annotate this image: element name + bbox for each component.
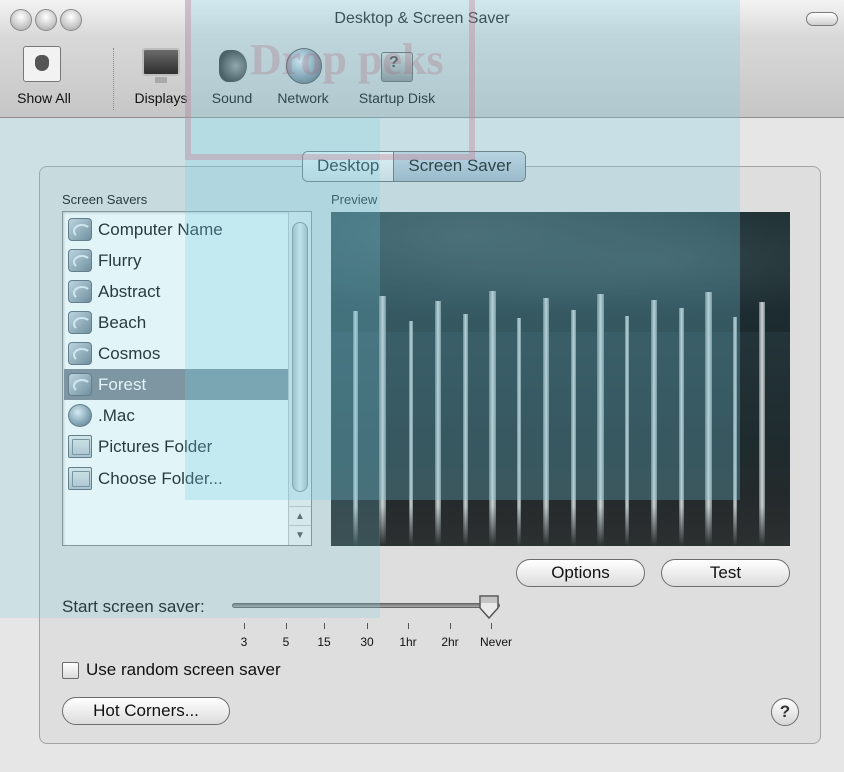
display-icon (140, 46, 182, 86)
toolbar-sound[interactable]: Sound (204, 46, 260, 106)
screensaver-icon (68, 218, 92, 241)
list-item-choose-folder[interactable]: Choose Folder... (64, 463, 288, 494)
globe-icon (282, 46, 324, 86)
scroll-up-arrow-icon[interactable]: ▲ (289, 506, 311, 525)
scroll-down-arrow-icon[interactable]: ▼ (289, 525, 311, 544)
slider-tick-label: 30 (360, 635, 374, 649)
screensaver-icon (68, 249, 92, 272)
test-button[interactable]: Test (661, 559, 790, 587)
toolbar-displays[interactable]: Displays (124, 46, 198, 106)
window-title: Desktop & Screen Saver (334, 10, 510, 27)
list-item-pictures-folder[interactable]: Pictures Folder (64, 431, 288, 462)
toolbar-label: Sound (211, 90, 253, 106)
random-screen-saver-label: Use random screen saver (86, 660, 281, 679)
toolbar-toggle-button[interactable] (806, 12, 838, 26)
forest-canopy (331, 212, 790, 332)
list-item-mac[interactable]: .Mac (64, 400, 288, 431)
list-item-flurry[interactable]: Flurry (64, 245, 288, 276)
slider-tick (367, 623, 368, 629)
toolbar-label: Network (277, 90, 329, 106)
list-item-computer-name[interactable]: Computer Name (64, 214, 288, 245)
tab-bar: Desktop Screen Saver (302, 151, 527, 182)
options-button[interactable]: Options (516, 559, 645, 587)
toolbar: Show All Displays Sound Network ? Startu… (0, 40, 844, 118)
screen-savers-label: Screen Savers (62, 192, 148, 207)
list-item-label: Pictures Folder (98, 437, 213, 456)
folder-icon (68, 467, 92, 490)
screen-saver-preview (331, 212, 790, 546)
slider-tick-label: 15 (317, 635, 331, 649)
slider-tick (324, 623, 325, 629)
list-item-label: Computer Name (98, 220, 223, 239)
start-screen-saver-label: Start screen saver: (62, 597, 205, 616)
speaker-icon (211, 46, 253, 86)
screensaver-icon (68, 280, 92, 303)
screen-saver-list[interactable]: Computer Name Flurry Abstract Beach Cosm… (62, 211, 312, 546)
random-screen-saver-checkbox-row[interactable]: Use random screen saver (62, 660, 281, 680)
list-item-forest[interactable]: Forest (64, 369, 288, 400)
toolbar-show-all[interactable]: Show All (6, 46, 82, 106)
list-item-label: Abstract (98, 282, 161, 301)
toolbar-separator (113, 48, 114, 110)
title-bar: Desktop & Screen Saver (0, 0, 844, 40)
random-screen-saver-checkbox[interactable] (62, 661, 79, 679)
screensaver-icon (68, 311, 92, 334)
forest-ground (331, 506, 790, 546)
scrollbar-thumb[interactable] (292, 222, 308, 492)
list-item-abstract[interactable]: Abstract (64, 276, 288, 307)
hard-disk-icon: ? (376, 46, 418, 86)
toolbar-startup-disk[interactable]: ? Startup Disk (346, 46, 448, 106)
slider-tick-label: 2hr (441, 635, 459, 649)
list-scrollbar[interactable]: ▲ ▼ (288, 212, 311, 545)
preview-label: Preview (331, 192, 378, 207)
toolbar-label: Displays (134, 90, 188, 106)
list-item-label: Cosmos (98, 344, 161, 363)
preferences-window: Desktop & Screen Saver Show All Displays… (0, 0, 844, 772)
slider-tick-label: 5 (282, 635, 290, 649)
slider-tick-label: 1hr (399, 635, 417, 649)
screensaver-icon (68, 342, 92, 365)
list-item-beach[interactable]: Beach (64, 307, 288, 338)
slider-tick (450, 623, 451, 629)
mac-globe-icon (68, 404, 92, 427)
help-button[interactable]: ? (771, 698, 799, 726)
list-item-label: Beach (98, 313, 147, 332)
slider-tick (408, 623, 409, 629)
screensaver-icon (68, 373, 92, 396)
tab-screen-saver[interactable]: Screen Saver (393, 152, 526, 181)
start-screen-saver-slider[interactable] (232, 603, 500, 608)
list-item-label: Choose Folder... (98, 469, 223, 488)
slider-tick-label: 3 (240, 635, 248, 649)
hot-corners-button[interactable]: Hot Corners... (62, 697, 230, 725)
tab-desktop[interactable]: Desktop (303, 152, 394, 181)
list-item-label: Forest (98, 375, 147, 394)
slider-tick (286, 623, 287, 629)
slider-tick (244, 623, 245, 629)
show-all-icon (23, 46, 65, 86)
list-item-label: Flurry (98, 251, 142, 270)
toolbar-label: Startup Disk (358, 90, 436, 106)
folder-icon (68, 435, 92, 458)
slider-tick (491, 623, 492, 629)
slider-thumb[interactable] (478, 594, 500, 620)
list-item-label: .Mac (98, 406, 135, 425)
toolbar-label: Show All (17, 90, 71, 106)
list-item-cosmos[interactable]: Cosmos (64, 338, 288, 369)
toolbar-network[interactable]: Network (267, 46, 339, 106)
slider-tick-label: Never (479, 635, 513, 649)
